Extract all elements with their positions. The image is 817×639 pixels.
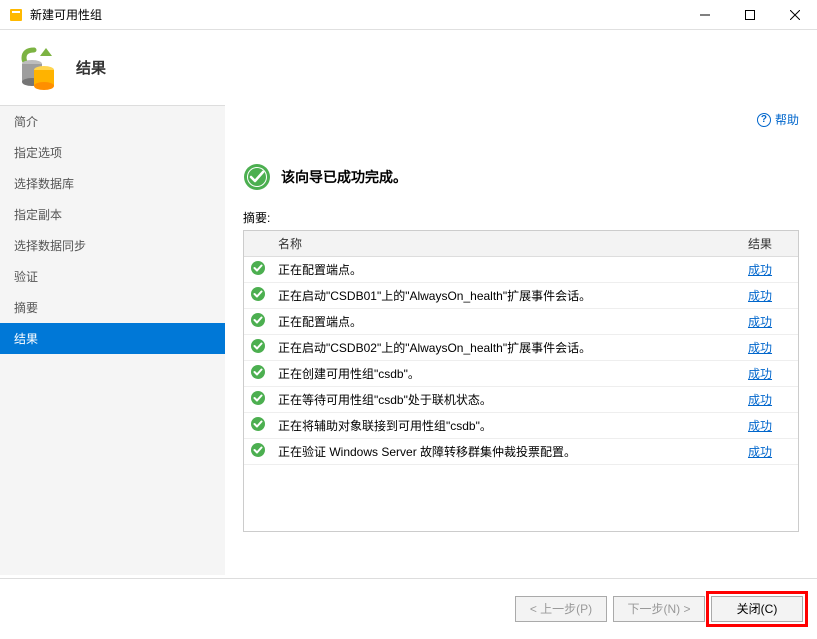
sidebar-item[interactable]: 选择数据库 (0, 168, 225, 199)
sidebar-item[interactable]: 摘要 (0, 292, 225, 323)
row-name: 正在验证 Windows Server 故障转移群集仲裁投票配置。 (272, 439, 742, 465)
results-table: 名称 结果 正在配置端点。成功正在启动"CSDB01"上的"AlwaysOn_h… (244, 231, 798, 465)
table-row: 正在将辅助对象联接到可用性组"csdb"。成功 (244, 413, 798, 439)
sidebar-item[interactable]: 结果 (0, 323, 225, 354)
close-button[interactable]: 关闭(C) (711, 596, 803, 622)
close-window-button[interactable] (772, 0, 817, 30)
sidebar-item[interactable]: 选择数据同步 (0, 230, 225, 261)
results-table-container: 名称 结果 正在配置端点。成功正在启动"CSDB01"上的"AlwaysOn_h… (243, 230, 799, 532)
row-name: 正在创建可用性组"csdb"。 (272, 361, 742, 387)
success-check-icon (243, 163, 271, 191)
summary-label: 摘要: (243, 209, 799, 226)
row-result: 成功 (742, 309, 798, 335)
minimize-button[interactable] (682, 0, 727, 30)
row-result: 成功 (742, 361, 798, 387)
sidebar: 简介指定选项选择数据库指定副本选择数据同步验证摘要结果 (0, 105, 225, 575)
maximize-button[interactable] (727, 0, 772, 30)
table-row: 正在创建可用性组"csdb"。成功 (244, 361, 798, 387)
result-link[interactable]: 成功 (748, 289, 772, 303)
row-status-icon (244, 361, 272, 387)
help-icon: ? (757, 113, 771, 127)
app-icon (8, 7, 24, 23)
prev-button: < 上一步(P) (515, 596, 607, 622)
row-name: 正在启动"CSDB01"上的"AlwaysOn_health"扩展事件会话。 (272, 283, 742, 309)
titlebar: 新建可用性组 (0, 0, 817, 30)
table-row: 正在配置端点。成功 (244, 257, 798, 283)
row-status-icon (244, 439, 272, 465)
row-status-icon (244, 413, 272, 439)
row-name: 正在配置端点。 (272, 309, 742, 335)
help-link[interactable]: ? 帮助 (757, 111, 799, 128)
row-status-icon (244, 335, 272, 361)
row-result: 成功 (742, 257, 798, 283)
row-name: 正在启动"CSDB02"上的"AlwaysOn_health"扩展事件会话。 (272, 335, 742, 361)
table-row: 正在启动"CSDB01"上的"AlwaysOn_health"扩展事件会话。成功 (244, 283, 798, 309)
table-row: 正在配置端点。成功 (244, 309, 798, 335)
row-name: 正在等待可用性组"csdb"处于联机状态。 (272, 387, 742, 413)
wizard-header-icon (14, 44, 62, 92)
result-link[interactable]: 成功 (748, 419, 772, 433)
result-link[interactable]: 成功 (748, 445, 772, 459)
table-row: 正在验证 Windows Server 故障转移群集仲裁投票配置。成功 (244, 439, 798, 465)
sidebar-item[interactable]: 指定选项 (0, 137, 225, 168)
row-status-icon (244, 257, 272, 283)
row-status-icon (244, 283, 272, 309)
result-link[interactable]: 成功 (748, 393, 772, 407)
next-button: 下一步(N) > (613, 596, 705, 622)
result-link[interactable]: 成功 (748, 341, 772, 355)
window-controls (682, 0, 817, 30)
success-message: 该向导已成功完成。 (281, 167, 407, 187)
row-result: 成功 (742, 413, 798, 439)
row-name: 正在将辅助对象联接到可用性组"csdb"。 (272, 413, 742, 439)
row-result: 成功 (742, 283, 798, 309)
row-result: 成功 (742, 439, 798, 465)
sidebar-item[interactable]: 指定副本 (0, 199, 225, 230)
row-status-icon (244, 309, 272, 335)
column-header-name: 名称 (272, 231, 742, 257)
result-link[interactable]: 成功 (748, 315, 772, 329)
success-banner: 该向导已成功完成。 (243, 163, 799, 191)
page-title: 结果 (76, 57, 106, 78)
wizard-header: 结果 (0, 30, 817, 105)
column-header-result: 结果 (742, 231, 798, 257)
help-label: 帮助 (775, 111, 799, 128)
main-content: ? 帮助 该向导已成功完成。 摘要: 名称 结果 正在配置端点。成功 (225, 105, 817, 575)
table-row: 正在等待可用性组"csdb"处于联机状态。成功 (244, 387, 798, 413)
row-status-icon (244, 387, 272, 413)
wizard-body: 简介指定选项选择数据库指定副本选择数据同步验证摘要结果 ? 帮助 该向导已成功完… (0, 105, 817, 575)
result-link[interactable]: 成功 (748, 263, 772, 277)
window-title: 新建可用性组 (30, 6, 682, 23)
result-link[interactable]: 成功 (748, 367, 772, 381)
wizard-footer: < 上一步(P) 下一步(N) > 关闭(C) (0, 578, 817, 638)
row-name: 正在配置端点。 (272, 257, 742, 283)
sidebar-item[interactable]: 简介 (0, 106, 225, 137)
column-header-icon (244, 231, 272, 257)
row-result: 成功 (742, 335, 798, 361)
sidebar-item[interactable]: 验证 (0, 261, 225, 292)
table-row: 正在启动"CSDB02"上的"AlwaysOn_health"扩展事件会话。成功 (244, 335, 798, 361)
row-result: 成功 (742, 387, 798, 413)
